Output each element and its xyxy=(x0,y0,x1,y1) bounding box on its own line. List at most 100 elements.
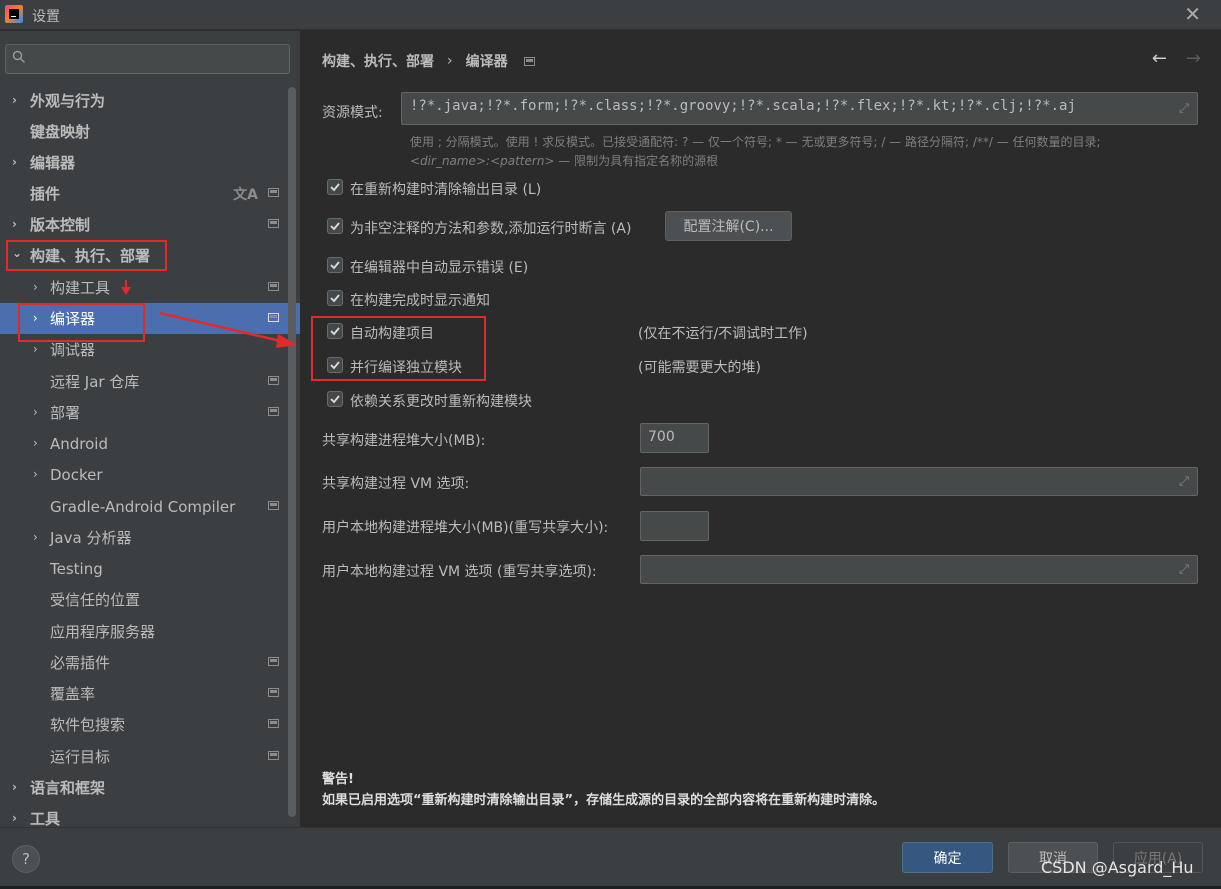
sidebar-item-editor[interactable]: › 编辑器 xyxy=(0,147,300,178)
expand-icon[interactable]: ⤢ xyxy=(1179,474,1189,489)
sidebar-item-label: 运行目标 xyxy=(50,748,111,766)
sidebar-item-java-profiler[interactable]: › Java 分析器 xyxy=(0,522,300,553)
sidebar-item-package-search[interactable]: 软件包搜索 xyxy=(0,709,300,740)
sidebar-item-build-execution-deployment[interactable]: ⌄ 构建、执行、部署 xyxy=(0,240,300,271)
sidebar-item-languages-frameworks[interactable]: › 语言和框架 xyxy=(0,772,300,803)
sidebar-scrollbar[interactable] xyxy=(288,87,296,817)
project-settings-icon xyxy=(268,188,279,197)
sidebar-item-deployment[interactable]: › 部署 xyxy=(0,397,300,428)
chevron-right-icon: › xyxy=(33,311,38,325)
sidebar-item-trusted-locations[interactable]: 受信任的位置 xyxy=(0,584,300,615)
checkbox-rebuild-on-deps-change[interactable] xyxy=(327,391,343,407)
project-settings-icon xyxy=(268,219,279,228)
checkbox-auto-build[interactable] xyxy=(327,323,343,339)
parallel-compile-note: (可能需要更大的堆) xyxy=(638,360,761,376)
resource-patterns-hint-2: <dir_name>:<pattern> — 限制为具有指定名称的源根 xyxy=(410,152,718,169)
check-icon xyxy=(330,183,340,192)
sidebar-item-label: Android xyxy=(50,434,108,453)
back-arrow-icon[interactable]: ← xyxy=(1152,48,1167,69)
sidebar-item-build-tools[interactable]: › 构建工具 xyxy=(0,272,300,303)
checkbox-label[interactable]: 在构建完成时显示通知 xyxy=(350,290,490,310)
shared-vm-options-field[interactable]: ⤢ xyxy=(640,467,1198,496)
sidebar-item-testing[interactable]: Testing xyxy=(0,553,300,584)
forward-arrow-icon[interactable]: → xyxy=(1186,48,1201,69)
checkbox-build-notification[interactable] xyxy=(327,290,343,306)
search-icon xyxy=(12,50,25,63)
checkbox-parallel-compile[interactable] xyxy=(327,357,343,373)
checkbox-label[interactable]: 为非空注释的方法和参数,添加运行时断言 (A) xyxy=(350,218,631,238)
sidebar-item-application-servers[interactable]: 应用程序服务器 xyxy=(0,616,300,647)
shared-heap-value: 700 xyxy=(648,429,675,445)
sidebar-item-remote-jar-repos[interactable]: 远程 Jar 仓库 xyxy=(0,366,300,397)
sidebar-item-appearance[interactable]: › 外观与行为 xyxy=(0,85,300,116)
sidebar-item-docker[interactable]: › Docker xyxy=(0,459,300,490)
sidebar-item-label: Gradle-Android Compiler xyxy=(50,497,236,516)
resource-patterns-field[interactable]: !?*.java;!?*.form;!?*.class;!?*.groovy;!… xyxy=(401,92,1198,125)
checkbox-label[interactable]: 在重新构建时清除输出目录 (L) xyxy=(350,179,541,199)
check-icon xyxy=(330,261,340,270)
check-icon xyxy=(330,361,340,370)
search-input[interactable] xyxy=(36,49,276,69)
check-icon xyxy=(330,395,340,404)
chevron-right-icon: › xyxy=(33,436,38,450)
chevron-right-icon: › xyxy=(33,467,38,481)
sidebar-item-label: 软件包搜索 xyxy=(50,716,126,734)
checkbox-label[interactable]: 在编辑器中自动显示错误 (E) xyxy=(350,257,528,277)
check-icon xyxy=(330,222,340,231)
breadcrumb-parent[interactable]: 构建、执行、部署 xyxy=(322,51,434,71)
chevron-right-icon: › xyxy=(33,530,38,544)
dialog-footer: ? 确定 取消 应用(A) xyxy=(0,827,1221,889)
breadcrumb: 构建、执行、部署 › 编译器 xyxy=(322,51,535,71)
project-settings-icon xyxy=(268,657,279,666)
settings-search[interactable] xyxy=(5,44,290,74)
translate-icon: 文A xyxy=(233,187,258,203)
warning-title: 警告! xyxy=(322,772,354,787)
sidebar-item-label: 远程 Jar 仓库 xyxy=(50,373,140,391)
sidebar-item-run-targets[interactable]: 运行目标 xyxy=(0,741,300,772)
sidebar-item-label: 插件 xyxy=(30,185,61,203)
shared-heap-field[interactable]: 700 xyxy=(640,423,709,453)
help-button[interactable]: ? xyxy=(12,845,40,873)
expand-icon[interactable]: ⤢ xyxy=(1179,562,1189,577)
sidebar-item-compiler[interactable]: › 编译器 xyxy=(0,303,300,334)
user-heap-field[interactable] xyxy=(640,511,709,541)
close-icon[interactable]: ✕ xyxy=(1184,2,1201,26)
sidebar-item-label: Testing xyxy=(50,559,103,578)
project-settings-icon xyxy=(268,407,279,416)
chevron-right-icon: › xyxy=(12,780,17,794)
check-icon xyxy=(330,294,340,303)
project-settings-icon xyxy=(268,282,279,291)
user-vm-options-field[interactable]: ⤢ xyxy=(640,555,1198,584)
checkbox-label[interactable]: 依赖关系更改时重新构建模块 xyxy=(350,391,532,411)
sidebar-item-debugger[interactable]: › 调试器 xyxy=(0,334,300,365)
sidebar-item-label: 工具 xyxy=(30,810,61,827)
sidebar-item-keymap[interactable]: 键盘映射 xyxy=(0,116,300,147)
checkbox-label[interactable]: 自动构建项目 xyxy=(350,323,434,343)
checkbox-auto-show-errors[interactable] xyxy=(327,257,343,273)
sidebar-item-label: 应用程序服务器 xyxy=(50,623,156,641)
sidebar-item-android[interactable]: › Android xyxy=(0,428,300,459)
sidebar-item-tools[interactable]: › 工具 xyxy=(0,803,300,827)
checkbox-clear-output[interactable] xyxy=(327,179,343,195)
sidebar-item-gradle-android-compiler[interactable]: Gradle-Android Compiler xyxy=(0,491,300,522)
warning-text: 如果已启用选项“重新构建时清除输出目录”，存储生成源的目录的全部内容将在重新构建… xyxy=(322,793,886,808)
chevron-down-icon: ⌄ xyxy=(12,246,23,260)
expand-icon[interactable]: ⤢ xyxy=(1179,101,1189,116)
auto-build-note: (仅在不运行/不调试时工作) xyxy=(638,326,808,342)
ok-button[interactable]: 确定 xyxy=(902,842,993,873)
configure-annotations-button[interactable]: 配置注解(C)... xyxy=(665,211,792,241)
checkbox-label[interactable]: 并行编译独立模块 xyxy=(350,357,462,377)
chevron-right-icon: › xyxy=(12,155,17,169)
sidebar-item-version-control[interactable]: › 版本控制 xyxy=(0,209,300,240)
sidebar-item-required-plugins[interactable]: 必需插件 xyxy=(0,647,300,678)
chevron-right-icon: › xyxy=(12,217,17,231)
project-settings-icon xyxy=(268,719,279,728)
checkbox-runtime-assertions[interactable] xyxy=(327,218,343,234)
project-settings-icon xyxy=(268,501,279,510)
sidebar-item-label: 编译器 xyxy=(50,310,96,328)
sidebar-item-label: 语言和框架 xyxy=(30,779,106,797)
resource-patterns-hint: 使用 ; 分隔模式。使用 ! 求反模式。已接受通配符: ? — 仅一个符号; *… xyxy=(410,135,1101,149)
sidebar-item-plugins[interactable]: 插件 文A xyxy=(0,178,300,209)
sidebar-item-label: 部署 xyxy=(50,404,81,422)
sidebar-item-coverage[interactable]: 覆盖率 xyxy=(0,678,300,709)
